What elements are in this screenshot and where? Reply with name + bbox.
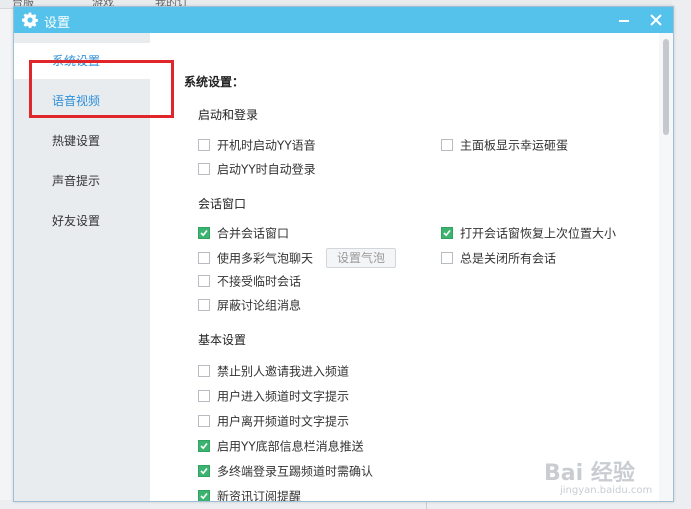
checkbox-box[interactable]: [198, 251, 210, 264]
section-heading: 启动和登录: [198, 108, 259, 122]
watermark-logo: Bai 经验: [544, 461, 635, 486]
sidebar-item-friend-settings[interactable]: 好友设置: [14, 203, 150, 239]
checkbox-box[interactable]: [198, 364, 210, 377]
background-panel: [672, 0, 691, 509]
window-title: 设置: [44, 16, 71, 31]
check-icon: [200, 229, 208, 236]
checkbox-block-invites[interactable]: 禁止别人邀请我进入频道: [198, 363, 349, 379]
check-icon: [200, 442, 208, 449]
checkbox-label: 屏蔽讨论组消息: [217, 298, 302, 313]
checkbox-leave-notice[interactable]: 用户离开频道时文字提示: [198, 413, 349, 429]
checkbox-bottom-bar-push[interactable]: 启用YY底部信息栏消息推送: [198, 438, 364, 454]
checkbox-label: 开机时启动YY语音: [217, 138, 316, 153]
sidebar-item-hotkeys[interactable]: 热键设置: [14, 123, 150, 159]
minimize-icon: [619, 20, 629, 22]
checkbox-block-group-messages[interactable]: 屏蔽讨论组消息: [198, 297, 301, 313]
checkbox-label: 禁止别人邀请我进入频道: [217, 364, 350, 379]
checkbox-label: 合并会话窗口: [217, 226, 290, 241]
check-icon: [200, 467, 208, 474]
settings-content: 系统设置： 启动和登录 开机时启动YY语音 主面板显示幸运砸蛋 启动YY时自动登…: [150, 33, 659, 501]
checkbox-box[interactable]: [198, 162, 210, 175]
checkbox-lucky-egg[interactable]: 主面板显示幸运砸蛋: [441, 137, 568, 153]
section-heading: 会话窗口: [198, 197, 247, 211]
check-icon: [200, 492, 208, 499]
page-title: 系统设置：: [184, 75, 245, 89]
highlight-annotation-box: [29, 60, 174, 118]
checkbox-autostart[interactable]: 开机时启动YY语音: [198, 137, 316, 153]
set-bubble-button[interactable]: 设置气泡: [326, 248, 396, 268]
checkbox-news-reminder[interactable]: 新资讯订阅提醒: [198, 488, 302, 502]
watermark-url: jingyan.baidu.com: [560, 485, 653, 496]
checkbox-label: 启动YY时自动登录: [217, 162, 316, 177]
checkbox-box[interactable]: [198, 274, 210, 287]
checkbox-box[interactable]: [198, 138, 210, 151]
checkbox-box[interactable]: [198, 489, 210, 501]
checkbox-label: 使用多彩气泡聊天: [217, 251, 314, 266]
section-heading: 基本设置: [198, 333, 247, 347]
scrollbar-thumb[interactable]: [663, 39, 669, 135]
checkbox-enter-notice[interactable]: 用户进入频道时文字提示: [198, 388, 349, 404]
checkbox-box[interactable]: [198, 389, 210, 402]
checkbox-restore-position[interactable]: 打开会话窗恢复上次位置大小: [441, 225, 616, 241]
checkbox-color-bubbles[interactable]: 使用多彩气泡聊天: [198, 250, 313, 266]
close-icon: [650, 14, 662, 26]
close-button[interactable]: [646, 11, 666, 29]
checkbox-auto-login[interactable]: 启动YY时自动登录: [198, 161, 316, 177]
checkbox-label: 不接受临时会话: [217, 274, 302, 289]
sidebar-item-sound-alerts[interactable]: 声音提示: [14, 163, 150, 199]
checkbox-box[interactable]: [441, 138, 453, 151]
gear-icon: [22, 12, 38, 28]
checkbox-box[interactable]: [198, 414, 210, 427]
checkbox-box[interactable]: [198, 464, 210, 477]
checkbox-box[interactable]: [198, 439, 210, 452]
checkbox-label: 总是关闭所有会话: [460, 251, 557, 266]
checkbox-label: 启用YY底部信息栏消息推送: [217, 439, 364, 454]
checkbox-box[interactable]: [198, 298, 210, 311]
minimize-button[interactable]: [614, 11, 634, 29]
check-icon: [443, 229, 451, 236]
checkbox-merge-sessions[interactable]: 合并会话窗口: [198, 225, 289, 241]
checkbox-label: 用户离开频道时文字提示: [217, 414, 350, 429]
checkbox-reject-temp-sessions[interactable]: 不接受临时会话: [198, 273, 301, 289]
checkbox-label: 主面板显示幸运砸蛋: [460, 138, 569, 153]
checkbox-label: 用户进入频道时文字提示: [217, 389, 350, 404]
checkbox-multi-device-confirm[interactable]: 多终端登录互踢频道时需确认: [198, 463, 373, 479]
checkbox-box[interactable]: [441, 226, 453, 239]
checkbox-box[interactable]: [441, 251, 453, 264]
title-bar: 设置: [14, 7, 673, 33]
checkbox-label: 新资讯订阅提醒: [217, 489, 302, 502]
checkbox-box[interactable]: [198, 226, 210, 239]
checkbox-label: 打开会话窗恢复上次位置大小: [460, 226, 617, 241]
checkbox-close-all-sessions[interactable]: 总是关闭所有会话: [441, 250, 556, 266]
checkbox-label: 多终端登录互踢频道时需确认: [217, 464, 374, 479]
vertical-scrollbar[interactable]: [659, 33, 673, 501]
